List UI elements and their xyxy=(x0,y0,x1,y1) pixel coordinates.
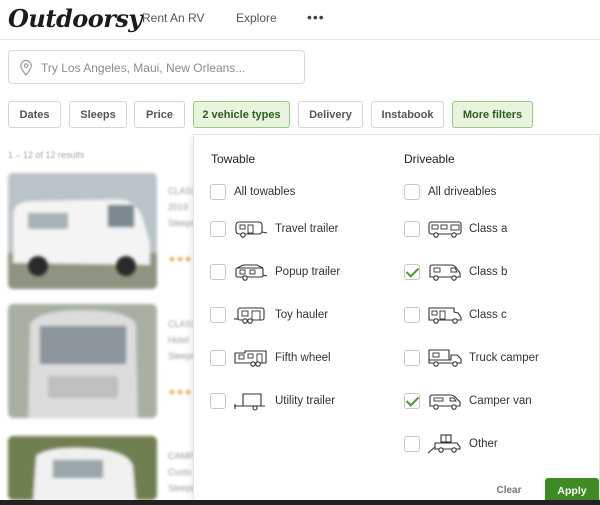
option-label: Class a xyxy=(469,223,508,235)
option-camper-van[interactable]: Camper van xyxy=(404,390,532,412)
filter-price-button[interactable]: Price xyxy=(134,101,185,128)
class-b-icon xyxy=(429,264,461,281)
more-menu-icon[interactable]: ••• xyxy=(307,9,325,25)
option-label: Truck camper xyxy=(469,352,539,364)
option-truck-camper[interactable]: Truck camper xyxy=(404,347,539,369)
option-label: Popup trailer xyxy=(275,266,341,278)
toy-hauler-icon xyxy=(234,307,265,324)
listing-image[interactable] xyxy=(8,304,157,418)
option-popup-trailer[interactable]: Popup trailer xyxy=(210,261,340,283)
option-label: Class b xyxy=(469,266,508,278)
listing-image[interactable] xyxy=(8,436,157,500)
fifth-wheel-icon xyxy=(234,350,267,367)
option-travel-trailer[interactable]: Travel trailer xyxy=(210,218,338,240)
option-label: All driveables xyxy=(428,186,497,198)
listing-image[interactable] xyxy=(8,173,157,289)
travel-trailer-icon xyxy=(235,221,268,238)
class-a-checkbox[interactable] xyxy=(404,221,420,237)
other-checkbox[interactable] xyxy=(404,436,420,452)
camper-van-checkbox[interactable] xyxy=(404,393,420,409)
driveable-heading: Driveable xyxy=(404,152,455,166)
filter-sleeps-button[interactable]: Sleeps xyxy=(69,101,127,128)
class-a-icon xyxy=(428,221,462,238)
all-driveables-checkbox[interactable] xyxy=(404,184,420,200)
filter-dates-button[interactable]: Dates xyxy=(8,101,61,128)
option-label: Camper van xyxy=(469,395,532,407)
option-class-b[interactable]: Class b xyxy=(404,261,507,283)
filter-vehicle-types-button[interactable]: 2 vehicle types xyxy=(193,101,290,128)
option-label: All towables xyxy=(234,186,296,198)
option-toy-hauler[interactable]: Toy hauler xyxy=(210,304,328,326)
results-count: 1 – 12 of 12 results xyxy=(8,150,85,160)
option-class-a[interactable]: Class a xyxy=(404,218,507,240)
popup-trailer-icon xyxy=(235,264,268,281)
utility-trailer-checkbox[interactable] xyxy=(210,393,226,409)
travel-trailer-checkbox[interactable] xyxy=(210,221,226,237)
outdoorsy-logo[interactable]: Outdoorsy xyxy=(8,4,142,33)
camper-van-icon xyxy=(429,394,461,410)
option-label: Travel trailer xyxy=(275,223,339,235)
location-pin-icon xyxy=(20,59,32,76)
option-all-driveables[interactable]: All driveables xyxy=(404,181,496,203)
toy-hauler-checkbox[interactable] xyxy=(210,307,226,323)
option-label: Utility trailer xyxy=(275,395,336,407)
popup-trailer-checkbox[interactable] xyxy=(210,264,226,280)
truck-camper-icon xyxy=(428,349,462,367)
clear-button[interactable]: Clear xyxy=(486,479,532,501)
option-label: Fifth wheel xyxy=(275,352,331,364)
nav-rent-an-rv[interactable]: Rent An RV xyxy=(142,11,204,25)
option-label: Other xyxy=(469,438,498,450)
class-b-checkbox[interactable] xyxy=(404,264,420,280)
class-c-checkbox[interactable] xyxy=(404,307,420,323)
truck-camper-checkbox[interactable] xyxy=(404,350,420,366)
bottom-edge-bar xyxy=(0,500,600,505)
option-other[interactable]: Other xyxy=(404,433,498,455)
filter-instabook-button[interactable]: Instabook xyxy=(371,101,444,128)
option-utility-trailer[interactable]: Utility trailer xyxy=(210,390,335,412)
towable-heading: Towable xyxy=(211,152,256,166)
top-nav-bar: Outdoorsy Rent An RV Explore ••• xyxy=(0,0,600,40)
utility-trailer-icon xyxy=(234,393,265,411)
class-c-icon xyxy=(428,307,462,324)
location-search-input[interactable] xyxy=(41,59,296,77)
option-label: Toy hauler xyxy=(275,309,329,321)
other-vehicle-icon xyxy=(427,434,461,454)
location-search-box[interactable] xyxy=(8,50,305,84)
nav-explore[interactable]: Explore xyxy=(236,11,277,25)
option-class-c[interactable]: Class c xyxy=(404,304,507,326)
fifth-wheel-checkbox[interactable] xyxy=(210,350,226,366)
option-label: Class c xyxy=(469,309,507,321)
filter-delivery-button[interactable]: Delivery xyxy=(298,101,363,128)
option-fifth-wheel[interactable]: Fifth wheel xyxy=(210,347,331,369)
filter-more-filters-button[interactable]: More filters xyxy=(452,101,533,128)
option-all-towables[interactable]: All towables xyxy=(210,181,295,203)
all-towables-checkbox[interactable] xyxy=(210,184,226,200)
